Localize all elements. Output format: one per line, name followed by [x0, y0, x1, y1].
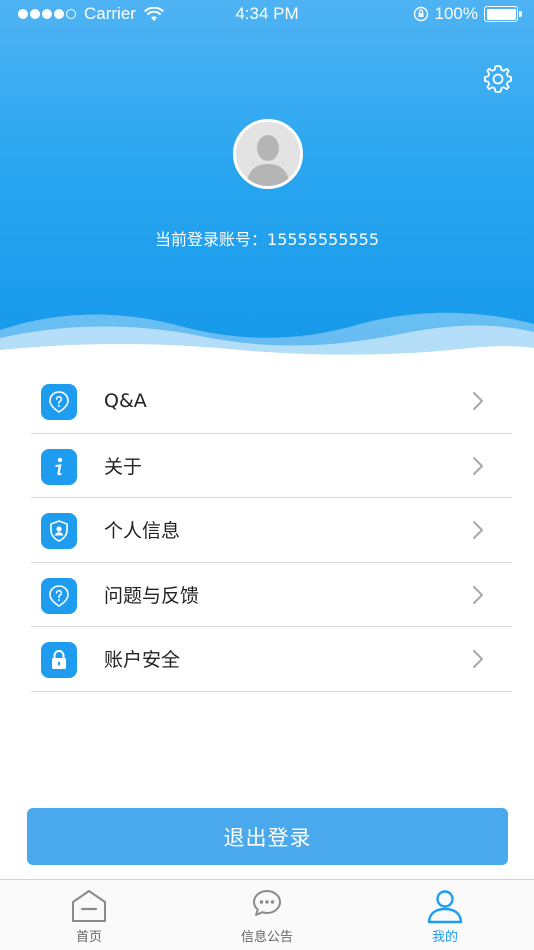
menu-item-label: 账户安全: [104, 649, 181, 672]
status-right: 100%: [413, 4, 522, 24]
default-avatar-icon: [236, 122, 300, 186]
person-shield-icon: [41, 513, 77, 549]
tab-announcements[interactable]: 信息公告: [178, 880, 356, 950]
tab-label: 首页: [75, 930, 102, 945]
chat-bubble-icon: [253, 890, 281, 916]
settings-menu: Q&A 关于 个人信息 问题与反馈 账户安全: [31, 369, 512, 692]
wave-decoration: [0, 312, 534, 360]
account-number: 15555555555: [267, 230, 379, 249]
question-shield-icon: [41, 577, 77, 614]
menu-item-label: 关于: [104, 455, 143, 478]
menu-item-feedback[interactable]: 问题与反馈: [31, 563, 512, 627]
chevron-right-icon: [473, 456, 483, 475]
chevron-right-icon: [473, 392, 483, 410]
home-icon: [72, 890, 106, 922]
person-icon: [427, 890, 463, 924]
status-bar: Carrier 4:34 PM 100%: [0, 0, 534, 28]
account-label: 当前登录账号：: [155, 230, 268, 249]
lock-icon: [41, 642, 77, 678]
logout-button[interactable]: 退出登录: [27, 808, 508, 865]
gear-icon: [484, 65, 512, 93]
menu-item-account-security[interactable]: 账户安全: [31, 627, 512, 692]
tab-bar: 首页 信息公告 我的: [0, 879, 534, 950]
battery-icon: [484, 6, 522, 22]
menu-item-label: 问题与反馈: [104, 584, 200, 607]
menu-item-personal-info[interactable]: 个人信息: [31, 498, 512, 563]
tab-label: 我的: [431, 930, 458, 945]
chevron-right-icon: [473, 521, 483, 539]
tab-label: 信息公告: [240, 930, 293, 945]
chevron-right-icon: [473, 585, 483, 604]
tab-home[interactable]: 首页: [0, 880, 178, 950]
account-info: 当前登录账号：15555555555: [0, 226, 534, 250]
menu-item-qa[interactable]: Q&A: [31, 369, 512, 434]
question-shield-icon: [41, 384, 77, 420]
chevron-right-icon: [473, 650, 483, 668]
info-icon: [41, 448, 77, 485]
menu-item-label: Q&A: [104, 389, 147, 412]
avatar[interactable]: [233, 119, 303, 189]
orientation-lock-icon: [413, 6, 428, 22]
menu-item-label: 个人信息: [104, 520, 181, 543]
menu-item-about[interactable]: 关于: [31, 434, 512, 498]
tab-mine[interactable]: 我的: [356, 880, 534, 950]
settings-button[interactable]: [482, 63, 514, 95]
battery-percent: 100%: [434, 4, 478, 23]
